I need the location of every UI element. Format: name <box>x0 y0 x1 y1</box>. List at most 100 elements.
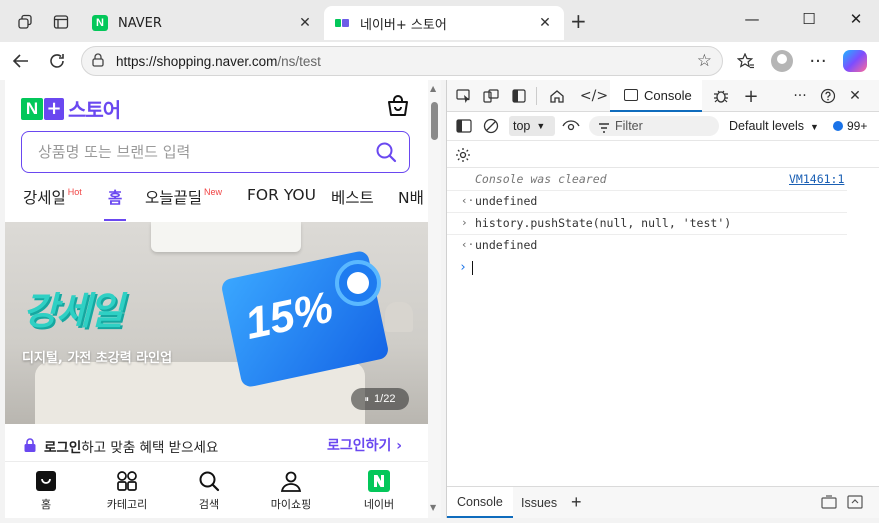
log-levels-dropdown[interactable]: Default levels ▼ <box>729 119 819 133</box>
dock-drawer-icon[interactable] <box>819 493 839 511</box>
drawer-tab-issues[interactable]: Issues <box>521 487 557 518</box>
close-window-button[interactable]: ✕ <box>842 10 870 28</box>
login-message: 로그인하고 맞춤 혜택 받으세요 <box>44 436 218 456</box>
new-badge: New <box>204 187 223 197</box>
issues-counter[interactable]: 99+ <box>833 119 867 133</box>
drawer-tab-console[interactable]: Console <box>447 487 513 518</box>
console-filter-box[interactable] <box>589 116 719 136</box>
nav-tab-n-delivery[interactable]: N배 <box>398 186 424 208</box>
console-tab-label: Console <box>644 87 692 103</box>
console-input-caret[interactable] <box>472 261 473 275</box>
console-settings-gear-icon[interactable] <box>453 146 473 164</box>
filter-icon <box>598 119 610 138</box>
web-page-viewport: N + 스토어 강세일Hot 홈 오늘끝딜New FOR YOU 베스트 N배 … <box>5 80 441 518</box>
nav-tab-today-deal[interactable]: 오늘끝딜 New <box>145 186 222 208</box>
store-nav-tabs: 강세일 Hot 홈 오늘끝딜 New FOR YOU 베스트 N배 <box>5 180 428 221</box>
favorites-icon[interactable] <box>734 50 758 72</box>
refresh-button[interactable] <box>45 50 69 72</box>
close-drawer-icon[interactable] <box>845 493 865 511</box>
bottom-nav-naver[interactable]: 네이버 <box>349 470 409 512</box>
elements-tab-icon[interactable]: </> <box>580 87 608 105</box>
more-tools-plus-icon[interactable]: + <box>741 86 761 107</box>
page-scrollbar[interactable]: ▲ ▼ <box>428 80 441 518</box>
air-conditioner-image <box>151 222 301 252</box>
workspaces-icon[interactable] <box>14 11 36 33</box>
tab-title: NAVER <box>118 15 162 31</box>
console-line: › history.pushState(null, null, 'test') <box>447 213 847 235</box>
store-logo[interactable]: N + 스토어 <box>21 94 121 123</box>
nav-tab-best[interactable]: 베스트 <box>331 186 374 208</box>
bottom-nav-search[interactable]: 검색 <box>179 470 239 512</box>
close-tab-icon[interactable]: ✕ <box>534 15 556 31</box>
tab-naver-store[interactable]: 네이버+ 스토어 ✕ <box>324 6 564 40</box>
bottom-nav-my-shopping[interactable]: 마이쇼핑 <box>261 470 321 512</box>
filter-input[interactable] <box>615 119 715 133</box>
banner-headline: 강세일 <box>23 289 124 333</box>
devtools-panel: </> Console + ··· ✕ top ▼ Default levels ▼… <box>446 80 879 518</box>
console-source-link[interactable]: VM1461:1 <box>789 172 844 186</box>
drawer-add-tab-button[interactable]: + <box>571 487 582 518</box>
console-line: Console was cleared VM1461:1 <box>447 169 847 191</box>
favorite-star-icon[interactable]: ☆ <box>697 51 712 71</box>
url-text[interactable]: https://shopping.naver.com/ns/test <box>116 54 321 69</box>
promo-banner[interactable]: 15% 강세일 디지털, 가전 초강력 라인업 ⏸ 1/22 <box>5 222 428 424</box>
tab-naver[interactable]: N NAVER ✕ <box>82 6 324 40</box>
context-selector[interactable]: top ▼ <box>509 116 555 136</box>
customize-menu-icon[interactable]: ··· <box>790 87 810 105</box>
scroll-up-icon[interactable]: ▲ <box>430 84 436 93</box>
search-icon[interactable] <box>375 141 397 163</box>
bottom-nav-category[interactable]: 카테고리 <box>97 470 157 512</box>
nav-tab-for-you[interactable]: FOR YOU <box>247 186 316 204</box>
inspect-element-icon[interactable] <box>454 87 474 105</box>
devtools-tab-bar: </> Console + ··· ✕ <box>447 80 879 112</box>
toolbar-separator <box>536 87 537 105</box>
device-emulation-icon[interactable] <box>481 87 501 105</box>
new-tab-button[interactable]: + <box>570 11 587 31</box>
login-message-rest: 하고 맞춤 혜택 받으세요 <box>81 440 219 456</box>
clear-console-icon[interactable] <box>481 117 501 135</box>
close-tab-icon[interactable]: ✕ <box>294 15 316 31</box>
store-search-box[interactable] <box>21 131 410 173</box>
console-message: undefined <box>475 194 538 208</box>
bottom-nav-home[interactable]: 홈 <box>16 470 76 512</box>
live-expression-eye-icon[interactable] <box>561 117 581 135</box>
welcome-home-icon[interactable] <box>547 87 567 105</box>
lock-icon <box>23 437 37 452</box>
scroll-down-icon[interactable]: ▼ <box>430 503 436 512</box>
dock-side-icon[interactable] <box>509 87 529 105</box>
profile-avatar[interactable] <box>771 50 793 72</box>
back-button[interactable] <box>9 50 33 72</box>
bottom-navigation: 홈 카테고리 검색 마이쇼핑 네이버 <box>5 461 428 518</box>
sources-bug-icon[interactable] <box>711 87 731 105</box>
tab-console[interactable]: Console <box>610 80 702 112</box>
naver-icon <box>368 470 390 492</box>
chevron-down-icon: ▼ <box>536 121 546 131</box>
maximize-button[interactable]: ☐ <box>795 10 823 28</box>
console-prompt-icon: › <box>459 260 467 275</box>
help-icon[interactable] <box>818 87 838 105</box>
login-promo-row: 로그인하고 맞춤 혜택 받으세요 로그인하기 › <box>5 430 428 460</box>
search-input[interactable] <box>38 143 358 161</box>
settings-more-icon[interactable]: ··· <box>806 50 830 72</box>
person-icon <box>280 470 302 492</box>
store-favicon-icon <box>334 15 350 31</box>
shopping-bag-icon[interactable] <box>386 94 410 118</box>
nav-tab-label: 강세일 <box>23 189 66 207</box>
site-info-icon[interactable] <box>92 52 110 70</box>
console-output[interactable]: Console was cleared VM1461:1 ‹· undefine… <box>447 169 879 485</box>
scrollbar-thumb[interactable] <box>431 102 438 140</box>
devtools-drawer: Console Issues + <box>447 486 879 518</box>
banner-subtitle: 디지털, 가전 초강력 라인업 <box>22 351 173 366</box>
banner-pager[interactable]: ⏸ 1/22 <box>351 388 409 410</box>
show-sidebar-icon[interactable] <box>454 117 474 135</box>
address-bar[interactable]: https://shopping.naver.com/ns/test ☆ <box>81 46 723 76</box>
close-devtools-icon[interactable]: ✕ <box>845 87 865 105</box>
nav-tab-kangsale[interactable]: 강세일 Hot <box>23 186 82 208</box>
console-message: undefined <box>475 238 538 252</box>
minimize-button[interactable]: — <box>738 10 766 28</box>
tab-actions-icon[interactable] <box>50 11 72 33</box>
nav-tab-home[interactable]: 홈 <box>103 186 127 221</box>
login-link[interactable]: 로그인하기 › <box>327 435 402 455</box>
bottom-nav-label: 홈 <box>40 498 52 511</box>
copilot-icon[interactable] <box>843 50 867 72</box>
